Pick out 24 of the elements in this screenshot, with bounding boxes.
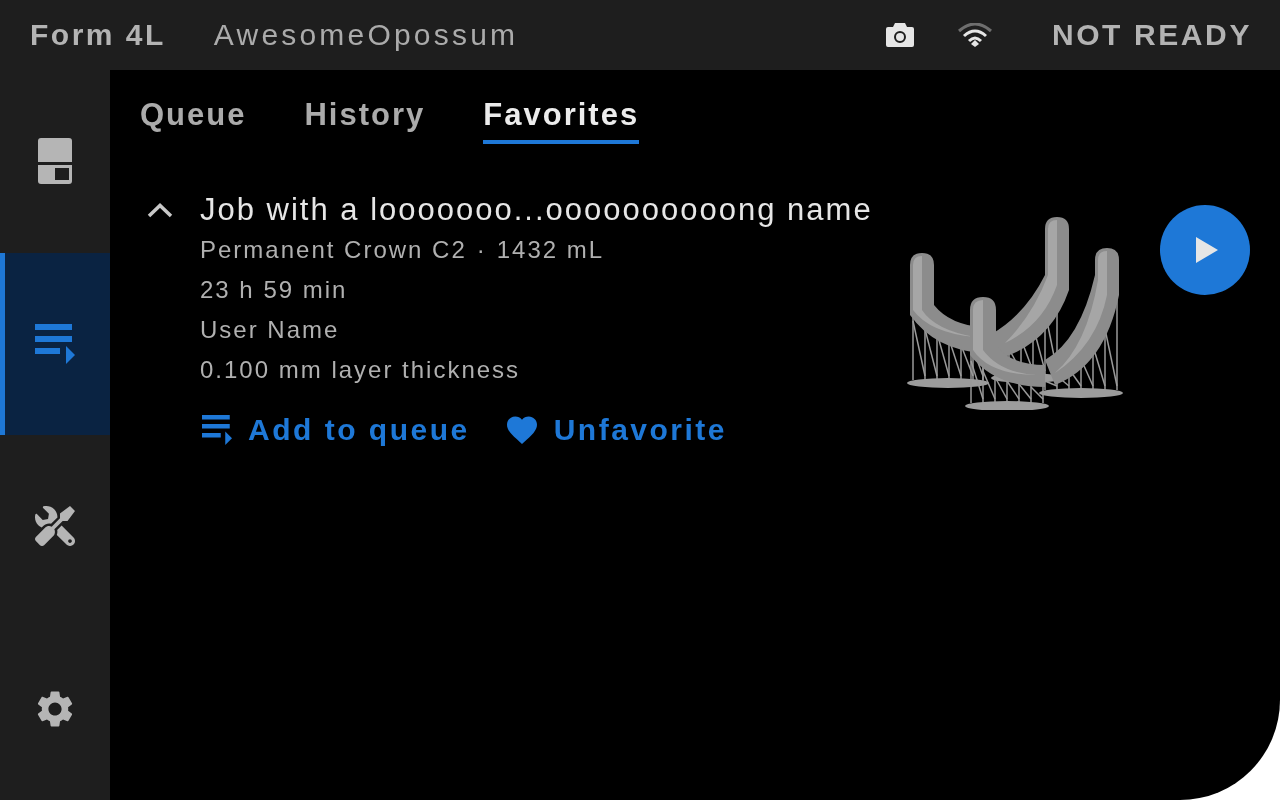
job-title: Job with a looooooo...oooooooooong name [200,193,874,227]
camera-icon[interactable] [885,23,914,47]
material-name: Permanent Crown C2 [200,235,467,265]
tab[interactable]: Queue [140,98,247,144]
tab[interactable]: History [304,98,426,144]
wifi-icon [957,23,992,47]
printer-icon [38,138,72,185]
printer-status: NOT READY [1051,20,1252,50]
tab[interactable]: Favorites [483,98,640,144]
play-icon [1196,237,1218,263]
chevron-up-icon [147,202,173,218]
user-name: User Name [200,315,340,345]
action-link[interactable]: Unfavorite [503,410,727,450]
layer-thickness: 0.100 mm layer thickness [200,355,521,385]
tools-icon [35,506,75,547]
printer-name: AwesomeOpossum [213,20,519,50]
printer-model: Form 4L [30,20,166,50]
queue-list-icon [35,323,75,364]
resin-volume: 1432 mL [496,235,605,265]
sidebar-item[interactable] [0,252,110,435]
separator-dot: · [476,235,487,265]
action-link[interactable]: Add to queue [200,410,470,450]
print-duration: 23 h 59 min [200,275,348,305]
queue-list-icon [200,415,234,445]
